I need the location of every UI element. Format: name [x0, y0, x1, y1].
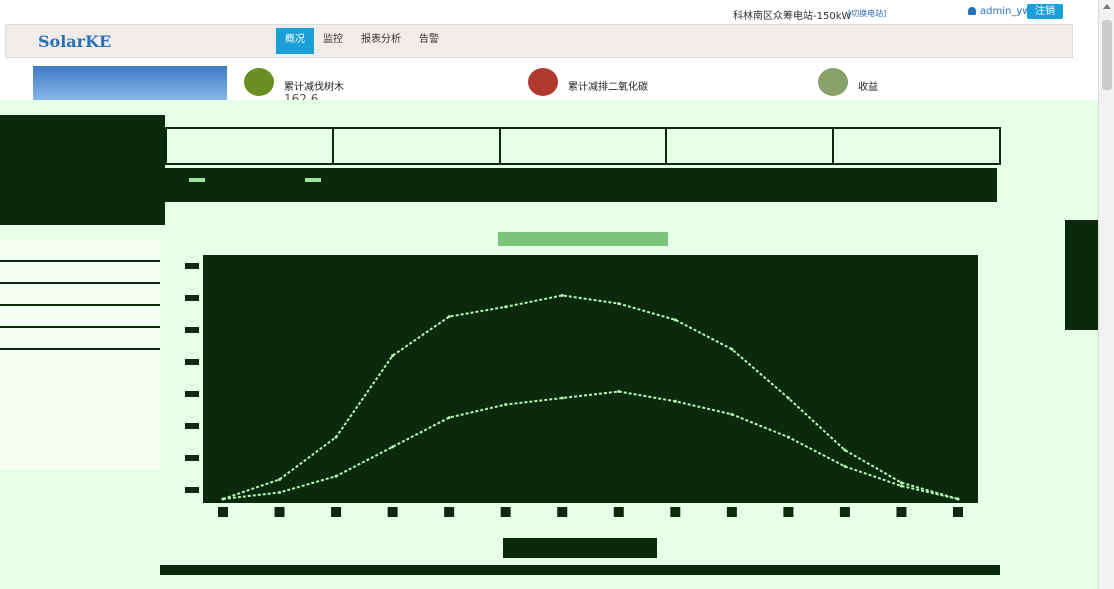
username: admin_yw — [980, 6, 1031, 17]
nav-item-alarms[interactable]: 告警 — [410, 28, 448, 54]
x-tick — [839, 507, 850, 517]
data-point — [504, 305, 508, 309]
table-cell — [334, 129, 501, 163]
table-row — [0, 328, 160, 350]
x-tick — [274, 507, 285, 517]
nav-item-overview[interactable]: 概况 — [276, 28, 314, 54]
switch-station-link[interactable]: [切换电站] — [848, 8, 886, 19]
scroll-thumb[interactable] — [1102, 20, 1112, 90]
vertical-scrollbar[interactable] — [1098, 0, 1114, 589]
bottom-scrollbar[interactable] — [160, 565, 1000, 575]
data-point — [504, 403, 508, 407]
data-point — [899, 481, 903, 485]
data-point — [786, 396, 790, 400]
right-mini-panel — [1065, 220, 1098, 330]
table-row — [0, 306, 160, 328]
data-point — [617, 390, 621, 394]
table-cell — [667, 129, 835, 163]
left-panel — [0, 115, 165, 225]
x-tick — [670, 507, 681, 517]
y-tick — [185, 263, 199, 269]
tree-icon — [244, 68, 274, 96]
data-point — [334, 474, 338, 478]
data-point — [673, 318, 677, 322]
main-nav: 概况 监控 报表分析 告警 — [276, 28, 448, 54]
x-tick — [331, 507, 342, 517]
stats-table — [165, 127, 1001, 165]
table-row — [0, 262, 160, 284]
tab-energy[interactable] — [305, 178, 321, 182]
x-axis-label — [503, 538, 657, 558]
data-point — [673, 399, 677, 403]
data-point — [956, 497, 960, 501]
table-cell — [167, 129, 334, 163]
x-tick — [783, 507, 794, 517]
nav-item-reports[interactable]: 报表分析 — [352, 28, 410, 54]
data-point — [447, 315, 451, 319]
summary-strip: 累计减伐树木 162.6 累计减排二氧化碳 收益 — [0, 62, 1098, 106]
nav-item-monitor[interactable]: 监控 — [314, 28, 352, 54]
chart-tabs — [165, 168, 997, 202]
data-point — [560, 293, 564, 297]
data-point — [560, 396, 564, 400]
stat-label: 累计减伐树木 — [284, 82, 344, 93]
scroll-up-icon[interactable] — [1103, 4, 1111, 9]
data-point — [391, 445, 395, 449]
table-row — [0, 284, 160, 306]
data-point — [334, 435, 338, 439]
tab-power[interactable] — [189, 178, 205, 182]
x-tick — [500, 507, 511, 517]
content-area — [0, 100, 1114, 589]
data-point — [221, 497, 225, 501]
y-tick — [185, 487, 199, 493]
table-row — [0, 240, 160, 262]
logout-button[interactable]: 注销 — [1027, 4, 1063, 19]
user-label: admin_yw — [968, 6, 1030, 17]
data-point — [617, 302, 621, 306]
money-bag-icon — [818, 68, 848, 96]
chart-title — [498, 232, 668, 246]
data-point — [843, 464, 847, 468]
x-tick — [896, 507, 907, 517]
plot-area — [203, 255, 978, 503]
table-cell — [834, 129, 999, 163]
data-point — [447, 416, 451, 420]
data-point — [278, 477, 282, 481]
y-tick — [185, 391, 199, 397]
data-point — [730, 412, 734, 416]
user-icon — [968, 7, 976, 15]
x-tick — [444, 507, 455, 517]
x-tick — [953, 507, 963, 517]
y-tick — [185, 327, 199, 333]
data-point — [899, 484, 903, 488]
data-point — [278, 490, 282, 494]
stat-label: 收益 — [858, 82, 878, 93]
x-tick — [557, 507, 568, 517]
sky-image — [33, 66, 227, 100]
x-tick — [613, 507, 624, 517]
y-tick — [185, 359, 199, 365]
data-point — [786, 435, 790, 439]
factory-icon — [528, 68, 558, 96]
stat-label: 累计减排二氧化碳 — [568, 82, 648, 93]
y-tick — [185, 295, 199, 301]
table-cell — [501, 129, 668, 163]
logo[interactable]: SolarKE — [38, 32, 111, 51]
header: SolarKE 概况 监控 报表分析 告警 — [5, 24, 1073, 58]
x-tick — [726, 507, 737, 517]
power-chart — [185, 255, 978, 517]
data-point — [730, 347, 734, 351]
x-tick — [218, 507, 228, 517]
data-point — [391, 354, 395, 358]
y-tick — [185, 455, 199, 461]
data-point — [843, 448, 847, 452]
x-tick — [387, 507, 398, 517]
station-name: 科林南区众筹电站-150kW — [733, 11, 852, 22]
left-table — [0, 240, 160, 470]
y-tick — [185, 423, 199, 429]
top-bar: 科林南区众筹电站-150kW [切换电站] admin_yw 注销 — [0, 0, 1098, 24]
